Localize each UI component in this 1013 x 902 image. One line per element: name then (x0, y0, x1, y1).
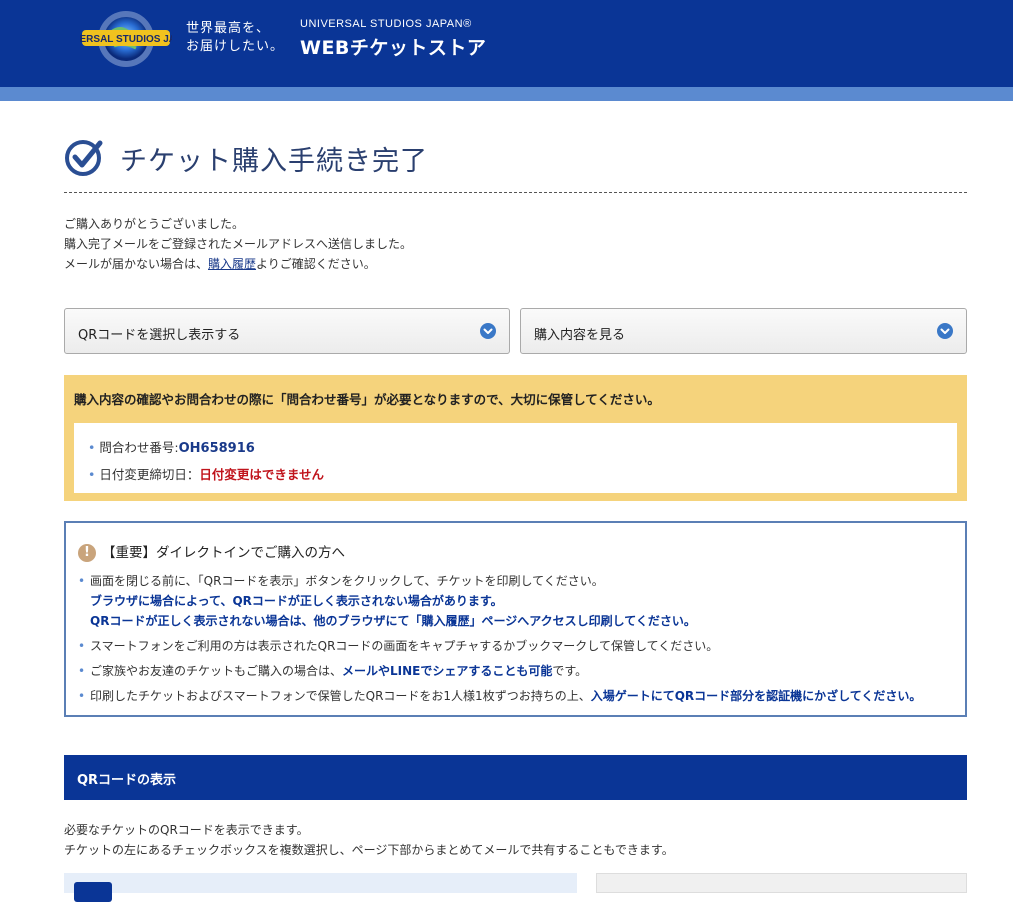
check-circle-icon (65, 140, 103, 176)
ticket-checkbox[interactable] (74, 882, 112, 902)
exclamation-icon: ! (78, 544, 96, 562)
view-purchase-dropdown[interactable]: 購入内容を見る (520, 308, 967, 354)
list-item: 画面を閉じる前に、「QRコードを表示」ボタンをクリックして、チケットを印刷してく… (78, 571, 921, 631)
important-notice: !【重要】ダイレクトインでご購入の方へ 画面を閉じる前に、「QRコードを表示」ボ… (64, 521, 967, 717)
inquiry-notice: 購入内容の確認やお問合わせの際に「問合わせ番号」が必要となりますので、大切に保管… (64, 375, 967, 501)
deadline-value: 日付変更はできません (199, 467, 325, 482)
list-item: スマートフォンをご利用の方は表示されたQRコードの画面をキャプチャするかブックマ… (78, 636, 921, 656)
site-header: UNIVERSAL STUDIOS JAPAN 世界最高を、 お届けしたい。 U… (0, 0, 1013, 87)
store-brand[interactable]: UNIVERSAL STUDIOS JAPAN® WEBチケットストア (300, 18, 486, 60)
brand-subtitle: UNIVERSAL STUDIOS JAPAN® (300, 18, 472, 30)
title-divider (64, 192, 967, 193)
qr-select-label: QRコードを選択し表示する (78, 328, 241, 343)
intro-text: ご購入ありがとうございました。 購入完了メールをご登録されたメールアドレスへ送信… (64, 217, 413, 271)
notice-details: • 問合わせ番号:OH658916 • 日付変更締切日：日付変更はできません (74, 423, 957, 493)
notice-heading: 購入内容の確認やお問合わせの際に「問合わせ番号」が必要となりますので、大切に保管… (74, 392, 660, 407)
universal-studios-logo[interactable]: UNIVERSAL STUDIOS JAPAN (80, 8, 172, 70)
brand-title: WEBチケットストア (300, 37, 487, 59)
list-item: ご家族やお友達のチケットもご購入の場合は、メールやLINEでシェアすることも可能… (78, 661, 921, 681)
page-title-row: チケット購入手続き完了 (64, 137, 967, 181)
list-item: 印刷したチケットおよびスマートフォンで保管したQRコードをお1人様1枚ずつお持ち… (78, 686, 921, 706)
inquiry-number: OH658916 (178, 441, 255, 456)
qr-select-dropdown[interactable]: QRコードを選択し表示する (64, 308, 510, 354)
tagline: 世界最高を、 お届けしたい。 (186, 21, 285, 54)
qr-section-header: QRコードの表示 (64, 755, 967, 800)
purchase-history-link[interactable]: 購入履歴 (208, 257, 256, 271)
qr-section-title: QRコードの表示 (77, 773, 177, 788)
page-title: チケット購入手続き完了 (120, 146, 428, 177)
important-heading: ! 【重要】ダイレクトインでご購入の方へ (78, 541, 345, 562)
chevron-down-icon (480, 323, 496, 339)
qr-section-description: 必要なチケットのQRコードを表示できます。 チケットの左にあるチェックボックスを… (64, 823, 674, 857)
deadline-row: • 日付変更締切日：日付変更はできません (88, 467, 325, 482)
chevron-down-icon (937, 323, 953, 339)
view-purchase-label: 購入内容を見る (534, 328, 626, 343)
inquiry-number-row: • 問合わせ番号:OH658916 (88, 440, 255, 456)
important-list: 画面を閉じる前に、「QRコードを表示」ボタンをクリックして、チケットを印刷してく… (78, 571, 921, 706)
ticket-card-secondary (596, 873, 967, 893)
header-stripe (0, 87, 1013, 101)
ticket-card (64, 873, 577, 902)
logo-wordmark: UNIVERSAL STUDIOS JAPAN (80, 34, 172, 45)
